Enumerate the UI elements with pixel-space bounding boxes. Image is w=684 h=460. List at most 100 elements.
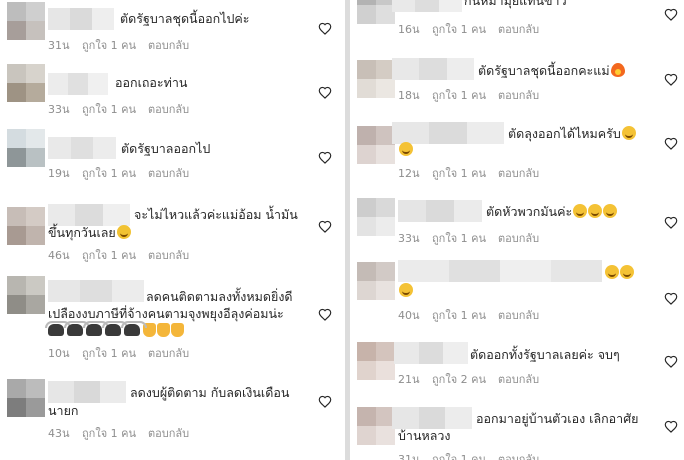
likes-count[interactable]: ถูกใจ 1 คน xyxy=(432,20,498,38)
likes-count[interactable]: ถูกใจ 1 คน xyxy=(432,450,498,460)
avatar[interactable] xyxy=(7,207,45,245)
comment-meta: 10น ถูกใจ 1 คน ตอบกลับ xyxy=(48,344,189,362)
heart-outline-icon[interactable] xyxy=(664,8,678,21)
reply-button[interactable]: ตอบกลับ xyxy=(148,100,189,118)
comment-time: 16น xyxy=(398,23,420,36)
avatar[interactable] xyxy=(357,198,395,236)
username-blurred[interactable] xyxy=(398,260,602,282)
avatar[interactable] xyxy=(7,379,45,417)
reply-button[interactable]: ตอบกลับ xyxy=(148,246,189,264)
likes-count[interactable]: ถูกใจ 1 คน xyxy=(82,164,148,182)
reply-button[interactable]: ตอบกลับ xyxy=(148,164,189,182)
username-blurred[interactable] xyxy=(48,280,144,302)
likes-count[interactable]: ถูกใจ 1 คน xyxy=(82,36,148,54)
reply-button[interactable]: ตอบกลับ xyxy=(498,229,539,247)
avatar[interactable] xyxy=(357,407,395,445)
likes-count[interactable]: ถูกใจ 1 คน xyxy=(432,229,498,247)
comment-text: ออกมาอยู่บ้านตัวเอง เลิกอาศัย xyxy=(476,411,639,426)
heart-outline-icon[interactable] xyxy=(664,137,678,150)
heart-outline-icon[interactable] xyxy=(318,86,332,99)
comment-time: 31น xyxy=(398,453,420,460)
comment-text: ตัดรัฐบาลชุดนี้ออกคะแม่ xyxy=(478,61,625,81)
heart-outline-icon[interactable] xyxy=(664,355,678,368)
reply-button[interactable]: ตอบกลับ xyxy=(498,370,539,388)
username-blurred[interactable] xyxy=(48,73,108,95)
likes-count[interactable]: ถูกใจ 1 คน xyxy=(432,86,498,104)
likes-count[interactable]: ถูกใจ 1 คน xyxy=(432,164,498,182)
heart-outline-icon[interactable] xyxy=(318,308,332,321)
username-blurred[interactable] xyxy=(398,200,482,222)
comment-item: ตัดหัวพวกมันค่ะ 33น ถูกใจ 1 คน ตอบกลับ xyxy=(350,190,684,246)
comment-text-line2: ขึ้นทุกวันเลย xyxy=(48,223,131,243)
comment-text: จะไม่ไหวแล้วค่ะแม่อ้อม น้ำมัน xyxy=(134,207,298,222)
comment-time: 19น xyxy=(48,167,70,180)
tears-of-joy-emoji xyxy=(399,283,413,297)
avatar[interactable] xyxy=(7,2,45,40)
thumbs-down-emoji xyxy=(157,323,170,337)
comment-text: ลดงบผู้ติดตาม กับลดเงินเดือน xyxy=(130,385,290,400)
username-blurred[interactable] xyxy=(394,342,469,364)
comment-item: ตัดรัฐบาลชุดนี้ออกคะแม่ 18น ถูกใจ 1 คน ต… xyxy=(350,52,684,112)
comment-text: ออกเถอะท่าน xyxy=(115,75,188,90)
comments-column-left: ตัดรัฐบาลชุดนี้ออกไปค่ะ 31น ถูกใจ 1 คน ต… xyxy=(0,0,345,460)
reply-button[interactable]: ตอบกลับ xyxy=(498,306,539,324)
likes-count[interactable]: ถูกใจ 1 คน xyxy=(82,246,148,264)
heart-outline-icon[interactable] xyxy=(318,151,332,164)
heart-outline-icon[interactable] xyxy=(318,22,332,35)
thumbs-down-emoji xyxy=(171,323,184,337)
username-blurred[interactable] xyxy=(392,58,474,80)
comment-item: 40น ถูกใจ 1 คน ตอบกลับ xyxy=(350,250,684,324)
comments-column-right: กินหมามุ่ยแทนข้าว 16น ถูกใจ 1 คน ตอบกลับ… xyxy=(350,0,684,460)
likes-count[interactable]: ถูกใจ 1 คน xyxy=(82,424,148,442)
comment-meta: 12น ถูกใจ 1 คน ตอบกลับ xyxy=(398,164,539,182)
comment-item: ตัดลุงออกได้ไหมครับ 12น ถูกใจ 1 คน ตอบกล… xyxy=(350,118,684,184)
avatar[interactable] xyxy=(7,64,45,102)
heart-outline-icon[interactable] xyxy=(664,292,678,305)
heart-outline-icon[interactable] xyxy=(318,395,332,408)
tears-of-joy-emoji xyxy=(621,126,636,140)
comment-meta: 19น ถูกใจ 1 คน ตอบกลับ xyxy=(48,164,189,182)
likes-count[interactable]: ถูกใจ 1 คน xyxy=(82,100,148,118)
heart-outline-icon[interactable] xyxy=(664,73,678,86)
tears-of-joy-emoji xyxy=(603,204,618,218)
comment-item: ออกเถอะท่าน 33น ถูกใจ 1 คน ตอบกลับ xyxy=(0,60,345,122)
username-blurred[interactable] xyxy=(48,8,114,30)
comment-text: ตัดรัฐบาลออกไป xyxy=(121,141,211,156)
comment-item: ตัดรัฐบาลออกไป 19น ถูกใจ 1 คน ตอบกลับ xyxy=(0,124,345,186)
tears-of-joy-emoji xyxy=(573,204,588,218)
heart-outline-icon[interactable] xyxy=(318,220,332,233)
reply-button[interactable]: ตอบกลับ xyxy=(498,450,539,460)
comment-meta: 46น ถูกใจ 1 คน ตอบกลับ xyxy=(48,246,189,264)
reply-button[interactable]: ตอบกลับ xyxy=(498,164,539,182)
avatar[interactable] xyxy=(357,262,395,300)
comment-time: 43น xyxy=(48,427,70,440)
buffalo-emoji xyxy=(83,321,109,336)
buffalo-emoji xyxy=(121,321,147,336)
likes-count[interactable]: ถูกใจ 1 คน xyxy=(82,344,148,362)
reply-button[interactable]: ตอบกลับ xyxy=(498,20,539,38)
comment-text-line2: นายก xyxy=(48,403,79,418)
comment-meta: 16น ถูกใจ 1 คน ตอบกลับ xyxy=(398,20,539,38)
reply-button[interactable]: ตอบกลับ xyxy=(148,424,189,442)
comment-item: ลดงบผู้ติดตาม กับลดเงินเดือน นายก 43น ถู… xyxy=(0,372,345,460)
avatar[interactable] xyxy=(7,129,45,167)
avatar[interactable] xyxy=(357,60,395,98)
username-blurred[interactable] xyxy=(48,381,126,403)
username-blurred[interactable] xyxy=(48,137,117,159)
comment-time: 31น xyxy=(48,39,70,52)
reply-button[interactable]: ตอบกลับ xyxy=(148,344,189,362)
avatar[interactable] xyxy=(357,126,395,164)
avatar[interactable] xyxy=(7,276,45,314)
fire-emoji xyxy=(610,63,625,77)
comment-text: ตัดหัวพวกมันค่ะ xyxy=(486,202,618,222)
heart-outline-icon[interactable] xyxy=(664,420,678,433)
likes-count[interactable]: ถูกใจ 2 คน xyxy=(432,370,498,388)
avatar[interactable] xyxy=(357,0,395,24)
reply-button[interactable]: ตอบกลับ xyxy=(498,86,539,104)
username-blurred[interactable] xyxy=(392,0,462,12)
comment-time: 33น xyxy=(398,232,420,245)
reply-button[interactable]: ตอบกลับ xyxy=(148,36,189,54)
likes-count[interactable]: ถูกใจ 1 คน xyxy=(432,306,498,324)
avatar[interactable] xyxy=(357,342,395,380)
heart-outline-icon[interactable] xyxy=(664,216,678,229)
